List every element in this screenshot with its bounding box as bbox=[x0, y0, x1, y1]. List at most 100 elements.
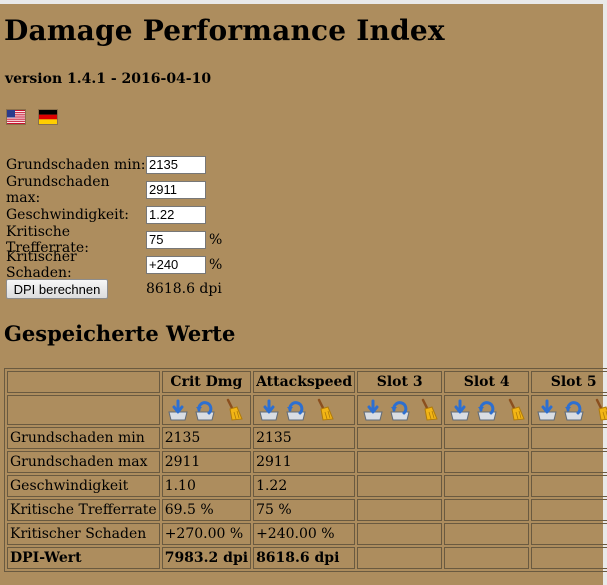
base-damage-min-input[interactable] bbox=[146, 155, 206, 174]
base-damage-max-input[interactable] bbox=[146, 180, 206, 199]
load-icon[interactable] bbox=[562, 398, 586, 422]
load-icon[interactable] bbox=[284, 398, 308, 422]
load-icon[interactable] bbox=[193, 398, 217, 422]
column-header-slot-3: Slot 3 bbox=[357, 371, 443, 393]
field-row-crit-damage: Kritischer Schaden: % bbox=[6, 249, 223, 281]
save-icon[interactable] bbox=[448, 398, 472, 422]
table-row: Kritischer Schaden +270.00 % +240.00 % bbox=[7, 523, 607, 545]
field-label: Grundschaden min: bbox=[6, 156, 146, 173]
table-row: Geschwindigkeit 1.10 1.22 bbox=[7, 475, 607, 497]
de-flag-icon[interactable] bbox=[39, 110, 57, 124]
slot-actions bbox=[444, 395, 530, 425]
slot-actions-row bbox=[7, 395, 607, 425]
table-cell bbox=[531, 427, 607, 449]
table-cell: 1.22 bbox=[253, 475, 356, 497]
calculate-dpi-button[interactable]: DPI berechnen bbox=[6, 279, 108, 299]
table-cell bbox=[357, 523, 443, 545]
table-cell bbox=[7, 395, 160, 425]
table-cell: 2135 bbox=[253, 427, 356, 449]
save-icon[interactable] bbox=[361, 398, 385, 422]
table-cell: 8618.6 dpi bbox=[253, 547, 356, 569]
percent-unit: % bbox=[209, 256, 223, 273]
field-label: Kritischer Schaden: bbox=[6, 248, 77, 281]
percent-unit: % bbox=[209, 231, 223, 248]
slot-2-icons bbox=[256, 398, 352, 422]
row-label: Grundschaden min bbox=[7, 427, 160, 449]
version-info: version 1.4.1 - 2016-04-10 bbox=[5, 71, 212, 87]
table-cell bbox=[444, 523, 530, 545]
table-cell bbox=[444, 451, 530, 473]
table-header-row: Crit Dmg Attackspeed Slot 3 Slot 4 Slot … bbox=[7, 371, 607, 393]
slot-actions bbox=[531, 395, 607, 425]
row-label: Kritischer Schaden bbox=[7, 523, 160, 545]
row-label: Kritische Trefferrate bbox=[7, 499, 160, 521]
slot-actions bbox=[253, 395, 356, 425]
table-row-dpi: DPI-Wert 7983.2 dpi 8618.6 dpi bbox=[7, 547, 607, 569]
save-icon[interactable] bbox=[535, 398, 559, 422]
column-header-slot-5: Slot 5 bbox=[531, 371, 607, 393]
slot-3-icons bbox=[360, 398, 439, 422]
crit-damage-input[interactable] bbox=[146, 255, 206, 274]
table-cell: 2911 bbox=[253, 451, 356, 473]
table-cell bbox=[357, 547, 443, 569]
table-cell bbox=[531, 499, 607, 521]
clear-broom-icon[interactable] bbox=[589, 398, 607, 422]
slot-5-icons bbox=[534, 398, 607, 422]
table-cell bbox=[357, 427, 443, 449]
calc-row: DPI berechnen 8618.6 dpi bbox=[6, 277, 222, 301]
clear-broom-icon[interactable] bbox=[415, 398, 439, 422]
table-cell bbox=[444, 427, 530, 449]
load-icon[interactable] bbox=[388, 398, 412, 422]
table-cell bbox=[357, 499, 443, 521]
row-label: Geschwindigkeit bbox=[7, 475, 160, 497]
window-top-edge bbox=[0, 0, 607, 4]
clear-broom-icon[interactable] bbox=[311, 398, 335, 422]
column-header-attackspeed: Attackspeed bbox=[253, 371, 356, 393]
crit-rate-input[interactable] bbox=[146, 230, 206, 249]
page-title: Damage Performance Index bbox=[4, 14, 445, 47]
clear-broom-icon[interactable] bbox=[220, 398, 244, 422]
table-cell: +240.00 % bbox=[253, 523, 356, 545]
slot-4-icons bbox=[447, 398, 526, 422]
clear-broom-icon[interactable] bbox=[502, 398, 526, 422]
slot-actions bbox=[161, 395, 252, 425]
attack-speed-input[interactable] bbox=[146, 205, 206, 224]
language-switcher bbox=[7, 110, 57, 124]
table-cell: 75 % bbox=[253, 499, 356, 521]
table-cell bbox=[531, 451, 607, 473]
save-icon[interactable] bbox=[257, 398, 281, 422]
column-header-empty bbox=[7, 371, 160, 393]
table-cell bbox=[531, 523, 607, 545]
save-icon[interactable] bbox=[166, 398, 190, 422]
table-cell bbox=[444, 547, 530, 569]
table-cell bbox=[444, 499, 530, 521]
column-header-slot-4: Slot 4 bbox=[444, 371, 530, 393]
table-cell: +270.00 % bbox=[161, 523, 252, 545]
table-cell: 2911 bbox=[161, 451, 252, 473]
table-cell: 7983.2 dpi bbox=[161, 547, 252, 569]
table-cell bbox=[357, 451, 443, 473]
field-label: Grundschaden max: bbox=[6, 173, 110, 206]
dpi-form: Grundschaden min: Grundschaden max: Gesc… bbox=[6, 152, 222, 301]
row-label: Grundschaden max bbox=[7, 451, 160, 473]
slot-1-icons bbox=[165, 398, 248, 422]
table-row: Kritische Trefferrate 69.5 % 75 % bbox=[7, 499, 607, 521]
table-cell bbox=[531, 547, 607, 569]
table-cell bbox=[531, 475, 607, 497]
table-cell bbox=[357, 475, 443, 497]
field-label: Geschwindigkeit: bbox=[6, 206, 129, 223]
table-cell: 69.5 % bbox=[161, 499, 252, 521]
slot-actions bbox=[357, 395, 443, 425]
dpi-result: 8618.6 dpi bbox=[146, 281, 222, 297]
us-flag-icon[interactable] bbox=[7, 110, 25, 124]
table-cell: 1.10 bbox=[161, 475, 252, 497]
column-header-crit-dmg: Crit Dmg bbox=[161, 371, 252, 393]
table-row: Grundschaden min 2135 2135 bbox=[7, 427, 607, 449]
table-row: Grundschaden max 2911 2911 bbox=[7, 451, 607, 473]
table-cell bbox=[444, 475, 530, 497]
field-row-base-max: Grundschaden max: bbox=[6, 174, 222, 206]
table-cell: 2135 bbox=[161, 427, 252, 449]
load-icon[interactable] bbox=[475, 398, 499, 422]
saved-values-heading: Gespeicherte Werte bbox=[4, 321, 236, 346]
saved-values-table: Crit Dmg Attackspeed Slot 3 Slot 4 Slot … bbox=[4, 368, 607, 572]
